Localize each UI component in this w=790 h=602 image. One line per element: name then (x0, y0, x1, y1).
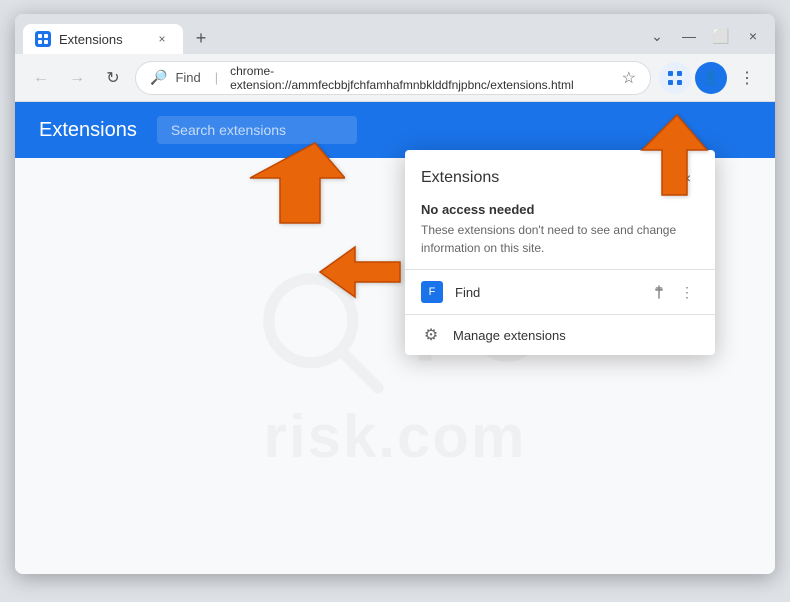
url-divider: | (215, 70, 218, 85)
url-security-icon: 🔎 (150, 69, 167, 86)
tab-bar-controls: ⌄ — ⬜ × (643, 22, 767, 54)
tab-favicon (35, 31, 51, 47)
toolbar-right: 👤 ⋮ (659, 62, 763, 94)
bookmark-star-icon[interactable]: ☆ (622, 68, 636, 88)
tab-bar-down-icon[interactable]: ⌄ (643, 22, 671, 50)
close-window-button[interactable]: × (739, 22, 767, 50)
profile-icon: 👤 (702, 69, 719, 86)
extension-item-find[interactable]: F Find ⋮ (405, 270, 715, 314)
address-bar: ← → ↻ 🔎 Find | chrome-extension://ammfec… (15, 54, 775, 102)
page-content: Extensions PC risk.com (15, 102, 775, 574)
tab-close-button[interactable]: × (153, 30, 171, 48)
popup-section-description: These extensions don't need to see and c… (421, 221, 699, 257)
url-text: chrome-extension://ammfecbbjfchfamhafmnb… (230, 64, 614, 92)
restore-button[interactable]: ⬜ (707, 22, 735, 50)
find-extension-actions: ⋮ (647, 280, 699, 304)
find-extension-name: Find (455, 285, 635, 300)
popup-header: Extensions × (405, 150, 715, 198)
popup-close-button[interactable]: × (675, 166, 699, 190)
browser-window: Extensions × + ⌄ — ⬜ × ← → ↻ 🔎 Find | ch… (15, 14, 775, 574)
manage-extensions-row[interactable]: ⚙ Manage extensions (405, 314, 715, 355)
extensions-search-input[interactable] (157, 116, 357, 144)
popup-no-access-section: No access needed These extensions don't … (405, 198, 715, 269)
tab-bar: Extensions × + ⌄ — ⬜ × (15, 14, 775, 54)
gear-icon: ⚙ (421, 325, 441, 345)
popup-section-heading: No access needed (421, 202, 699, 217)
new-tab-button[interactable]: + (187, 24, 215, 52)
extensions-page-title: Extensions (39, 119, 137, 142)
active-tab[interactable]: Extensions × (23, 24, 183, 54)
more-menu-button[interactable]: ⋮ (731, 62, 763, 94)
url-site-label: Find (175, 70, 200, 85)
profile-button[interactable]: 👤 (695, 62, 727, 94)
tab-title-text: Extensions (59, 32, 123, 47)
arrow-3-indicator (315, 242, 405, 307)
extensions-popup: Extensions × No access needed These exte… (405, 150, 715, 355)
find-more-button[interactable]: ⋮ (675, 280, 699, 304)
back-button[interactable]: ← (27, 64, 55, 92)
find-extension-icon: F (421, 281, 443, 303)
refresh-button[interactable]: ↻ (99, 64, 127, 92)
minimize-button[interactable]: — (675, 22, 703, 50)
manage-extensions-label[interactable]: Manage extensions (453, 328, 566, 343)
extensions-puzzle-button[interactable] (659, 62, 691, 94)
forward-button[interactable]: → (63, 64, 91, 92)
find-pin-button[interactable] (647, 280, 671, 304)
url-bar[interactable]: 🔎 Find | chrome-extension://ammfecbbjfch… (135, 61, 651, 95)
popup-title: Extensions (421, 169, 499, 187)
